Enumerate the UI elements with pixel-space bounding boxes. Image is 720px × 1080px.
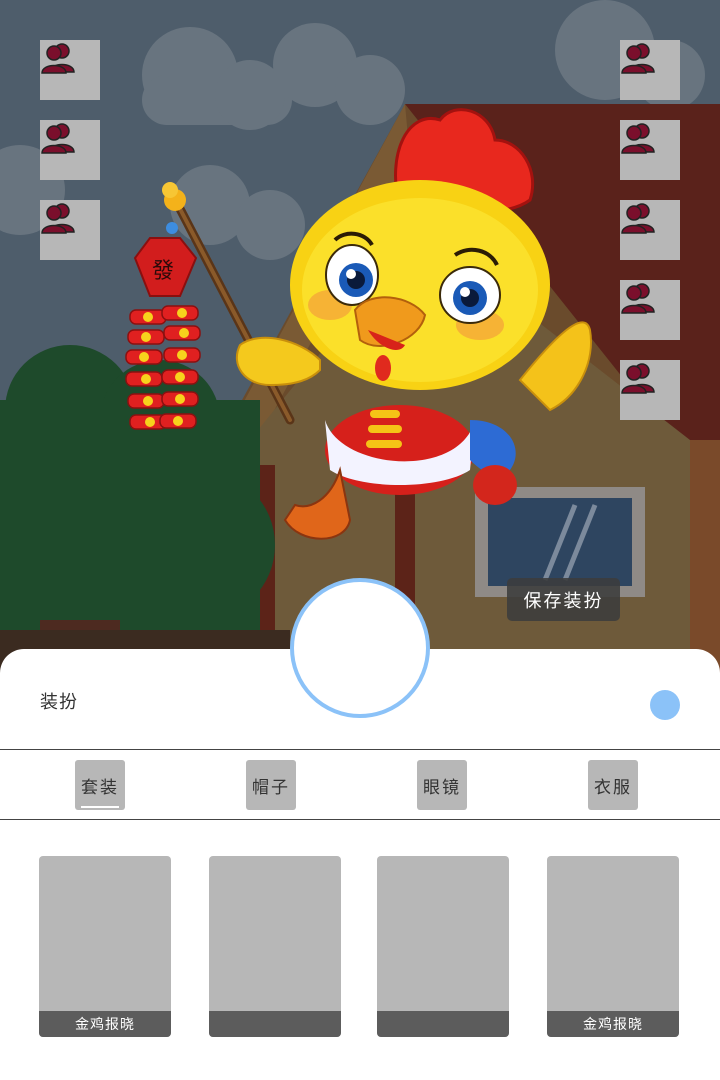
outfit-item-card[interactable]: 金鸡报晓: [547, 856, 679, 1037]
outfit-item-caption: [209, 1011, 341, 1037]
divider-top: [0, 749, 720, 750]
outfit-item-card[interactable]: [209, 856, 341, 1037]
avatar-button-right-4[interactable]: [620, 280, 680, 340]
tab-label: 套装: [81, 777, 119, 798]
avatar-button-right-5[interactable]: [620, 360, 680, 420]
tab-hat[interactable]: 帽子: [246, 760, 296, 810]
outfit-item-card[interactable]: [377, 856, 509, 1037]
tab-label: 眼镜: [423, 777, 461, 798]
outfit-item-caption: 金鸡报晓: [547, 1011, 679, 1037]
avatar-button-left-3[interactable]: [40, 200, 100, 260]
tab-clothes[interactable]: 衣服: [588, 760, 638, 810]
outfit-item-caption: [377, 1011, 509, 1037]
lantern-character: 發: [152, 259, 174, 284]
avatar-button-left-2[interactable]: [40, 120, 100, 180]
tab-label: 帽子: [252, 777, 290, 798]
capture-button[interactable]: [290, 578, 430, 718]
tab-label: 衣服: [594, 777, 632, 798]
tab-selected-indicator: [81, 806, 119, 808]
avatar-button-left-1[interactable]: [40, 40, 100, 100]
avatar-button-right-3[interactable]: [620, 200, 680, 260]
outfit-item-card[interactable]: 金鸡报晓: [39, 856, 171, 1037]
tab-glasses[interactable]: 眼镜: [417, 760, 467, 810]
divider-bottom: [0, 819, 720, 820]
outfit-item-caption: 金鸡报晓: [39, 1011, 171, 1037]
save-outfit-button[interactable]: 保存装扮: [507, 578, 620, 621]
tab-suit[interactable]: 套装: [75, 760, 125, 810]
avatar-button-right-2[interactable]: [620, 120, 680, 180]
avatar-button-right-1[interactable]: [620, 40, 680, 100]
panel-title: 装扮: [40, 692, 78, 713]
panel-dot-button[interactable]: [650, 690, 680, 720]
